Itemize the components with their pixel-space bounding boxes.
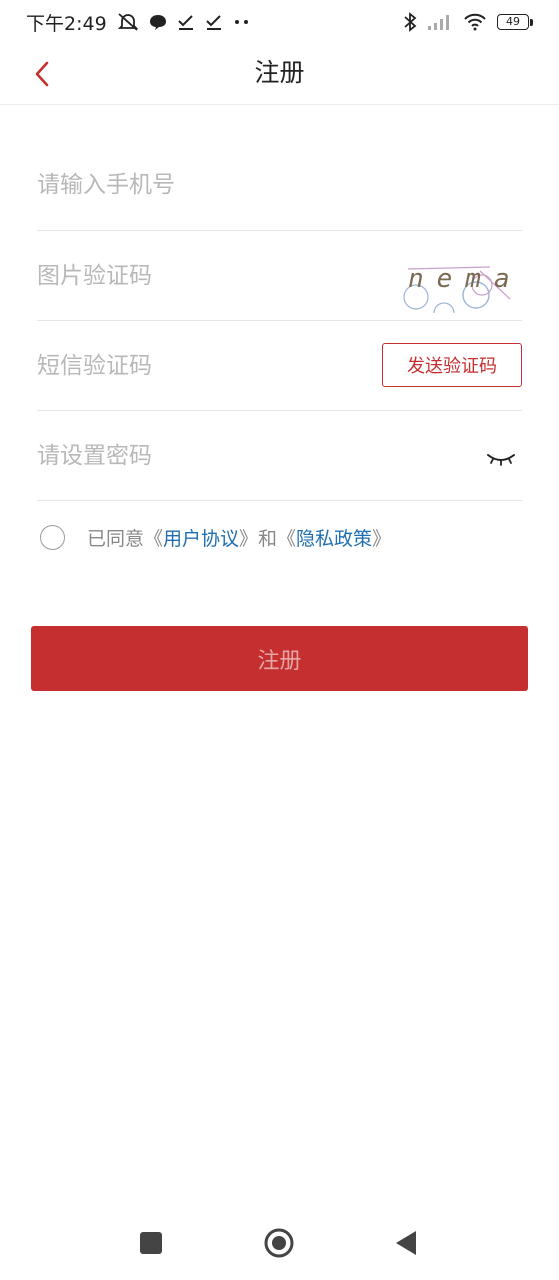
status-right: 49	[403, 11, 533, 33]
privacy-policy-link[interactable]: 隐私政策	[296, 528, 372, 550]
system-nav-bar	[0, 1212, 559, 1280]
check-icon	[205, 11, 223, 33]
captcha-text: nema	[408, 264, 522, 294]
agreement-text: 已同意《用户协议》和《隐私政策》	[87, 524, 391, 551]
captcha-row: nema	[37, 231, 522, 321]
captcha-input[interactable]	[37, 250, 367, 301]
eye-closed-icon[interactable]	[486, 449, 516, 469]
status-left: 下午2:49	[26, 9, 251, 36]
password-input[interactable]	[37, 430, 367, 481]
more-dots-icon	[233, 11, 251, 33]
check-icon	[177, 11, 195, 33]
signal-icon	[427, 11, 453, 33]
agree-radio[interactable]	[40, 524, 65, 550]
mute-icon	[117, 11, 139, 33]
chat-bubble-icon	[149, 11, 167, 33]
wifi-icon	[463, 11, 487, 33]
sms-row: 发送验证码	[37, 321, 522, 411]
nav-bar: 注册	[0, 44, 559, 105]
bluetooth-icon	[403, 11, 417, 33]
user-agreement-link[interactable]: 用户协议	[163, 528, 239, 550]
recents-square-icon[interactable]	[139, 1228, 163, 1258]
battery-level: 49	[497, 14, 529, 30]
register-form: nema 发送验证码	[37, 140, 522, 501]
home-circle-icon[interactable]	[263, 1228, 295, 1258]
password-row	[37, 411, 522, 501]
back-triangle-icon[interactable]	[393, 1228, 419, 1258]
page-title: 注册	[254, 58, 305, 87]
battery-icon: 49	[497, 14, 533, 30]
status-bar: 下午2:49 49	[0, 0, 559, 44]
status-time: 下午2:49	[26, 12, 107, 35]
phone-row	[37, 140, 522, 231]
sms-code-input[interactable]	[37, 340, 367, 391]
battery-tip	[530, 18, 533, 26]
agreement-middle: 》和《	[239, 527, 297, 550]
send-code-button[interactable]: 发送验证码	[382, 343, 522, 387]
phone-input[interactable]	[37, 160, 367, 210]
register-button[interactable]: 注册	[31, 626, 528, 691]
captcha-image[interactable]: nema	[394, 259, 522, 315]
agreement-suffix: 》	[372, 527, 392, 550]
agreement-prefix: 已同意《	[87, 527, 164, 550]
agreement-row: 已同意《用户协议》和《隐私政策》	[40, 520, 391, 554]
